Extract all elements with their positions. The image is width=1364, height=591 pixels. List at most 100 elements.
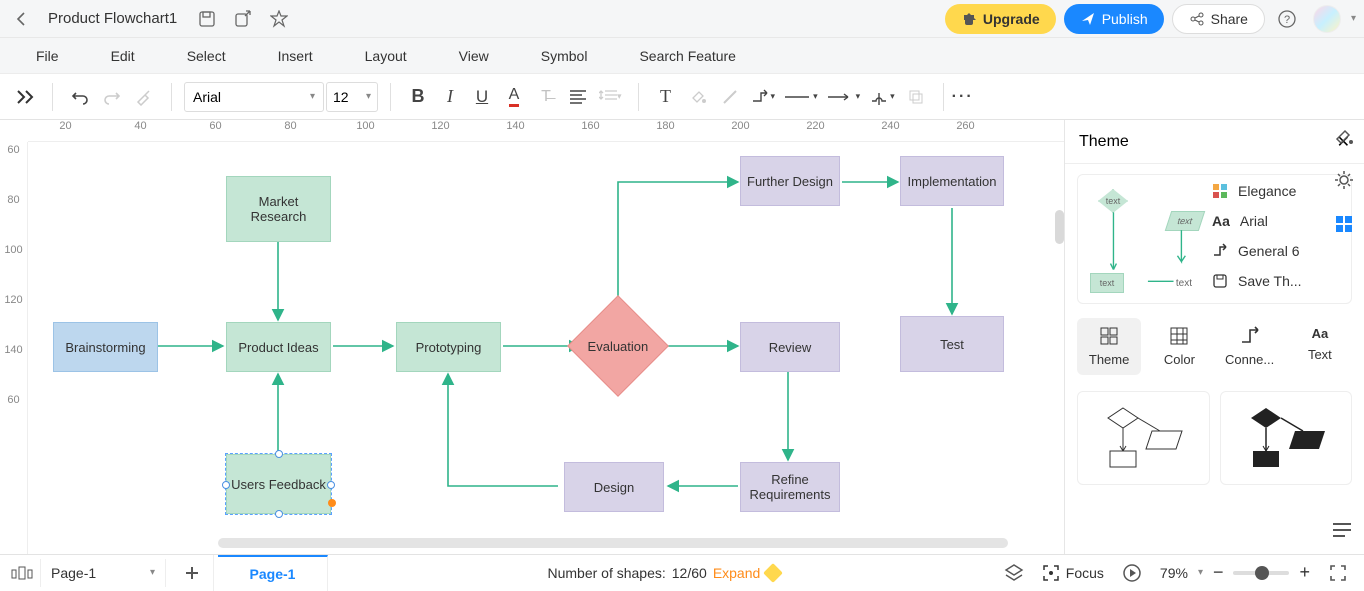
panel-tab-theme[interactable]: Theme <box>1077 318 1141 375</box>
redo-icon[interactable] <box>97 82 127 112</box>
status-bar: Page-1 ▾ Page-1 Number of shapes: 12/60 … <box>0 554 1364 590</box>
theme-connector-row[interactable]: General 6 <box>1212 243 1347 259</box>
panel-tab-connector[interactable]: Conne... <box>1218 318 1282 375</box>
menu-search-feature[interactable]: Search Feature <box>639 48 736 64</box>
vertical-scrollbar[interactable] <box>1055 210 1064 244</box>
bold-icon[interactable]: B <box>403 82 433 112</box>
rotation-handle[interactable] <box>328 499 336 507</box>
font-family-value: Arial <box>193 89 221 105</box>
save-icon[interactable] <box>193 5 221 33</box>
zoom-slider[interactable] <box>1233 571 1289 575</box>
zoom-value[interactable]: 79% <box>1160 565 1188 581</box>
page-tab-active[interactable]: Page-1 <box>218 555 328 591</box>
pages-overview-icon[interactable] <box>8 559 36 587</box>
avatar[interactable] <box>1313 5 1341 33</box>
star-icon[interactable] <box>265 5 293 33</box>
menu-edit[interactable]: Edit <box>111 48 135 64</box>
upgrade-label: Upgrade <box>983 11 1040 27</box>
theme-preview: text text text text <box>1078 175 1208 303</box>
ruler-horizontal: 20406080100120140160180200220240260 <box>28 120 1064 142</box>
menu-insert[interactable]: Insert <box>278 48 313 64</box>
add-page-button[interactable] <box>170 555 214 591</box>
canvas-area[interactable]: 20406080100120140160180200220240260 6080… <box>0 120 1064 554</box>
strikethrough-icon[interactable]: T̶ <box>531 82 561 112</box>
chevron-down-icon: ▾ <box>150 567 155 578</box>
format-painter-icon[interactable] <box>129 82 159 112</box>
zoom-in-icon[interactable]: + <box>1299 562 1310 583</box>
node-design[interactable]: Design <box>564 462 664 512</box>
align-icon[interactable] <box>563 82 593 112</box>
avatar-caret-icon[interactable]: ▾ <box>1351 13 1356 24</box>
document-title[interactable]: Product Flowchart1 <box>48 10 177 27</box>
menu-view[interactable]: View <box>459 48 489 64</box>
selection-handle[interactable] <box>275 450 283 458</box>
expand-link[interactable]: Expand <box>713 565 760 581</box>
node-market-research[interactable]: Market Research <box>226 176 331 242</box>
line-jump-icon[interactable]: ▾ <box>866 82 899 112</box>
font-family-select[interactable]: Arial ▾ <box>184 82 324 112</box>
theme-save-row[interactable]: Save Th... <box>1212 273 1347 289</box>
horizontal-scrollbar[interactable] <box>218 538 1008 548</box>
menu-file[interactable]: File <box>36 48 59 64</box>
share-button[interactable]: Share <box>1172 4 1265 34</box>
line-color-icon[interactable] <box>715 82 745 112</box>
connector-style-icon[interactable]: ▾ <box>747 82 780 112</box>
node-further-design[interactable]: Further Design <box>740 156 840 206</box>
expand-toolbar-icon[interactable] <box>6 74 48 119</box>
export-icon[interactable] <box>229 5 257 33</box>
back-icon[interactable] <box>8 5 36 33</box>
node-test[interactable]: Test <box>900 316 1004 372</box>
panel-tab-text[interactable]: Aa Text <box>1288 318 1352 375</box>
selection-handle[interactable] <box>275 510 283 518</box>
node-review[interactable]: Review <box>740 322 840 372</box>
menu-layout[interactable]: Layout <box>365 48 407 64</box>
menu-bar: File Edit Select Insert Layout View Symb… <box>0 38 1364 74</box>
selection-handle[interactable] <box>222 481 230 489</box>
play-icon[interactable] <box>1118 559 1146 587</box>
node-implementation[interactable]: Implementation <box>900 156 1004 206</box>
svg-text:?: ? <box>1284 14 1290 26</box>
node-product-ideas[interactable]: Product Ideas <box>226 322 331 372</box>
more-icon[interactable]: ··· <box>948 82 978 112</box>
font-size-select[interactable]: 12 ▾ <box>326 82 378 112</box>
publish-button[interactable]: Publish <box>1064 4 1164 34</box>
font-color-icon[interactable]: A <box>499 82 529 112</box>
zoom-out-icon[interactable]: − <box>1213 562 1224 583</box>
apps-icon[interactable] <box>1330 210 1358 238</box>
node-users-feedback[interactable]: Users Feedback <box>226 454 331 514</box>
fill-color-icon[interactable] <box>683 82 713 112</box>
premium-badge-icon <box>763 563 783 583</box>
right-rail <box>1324 122 1364 238</box>
node-prototyping[interactable]: Prototyping <box>396 322 501 372</box>
toolbar: Arial ▾ 12 ▾ B I U A T̶ ▾ T ▾ ▾ ▾ ▾ ··· <box>0 74 1364 120</box>
text-tool-icon[interactable]: T <box>651 82 681 112</box>
chevron-down-icon[interactable]: ▾ <box>1198 567 1203 578</box>
theme-option-2[interactable] <box>1220 391 1353 485</box>
right-panel: Theme ✕ text text text text Elegance <box>1064 120 1364 554</box>
paint-icon[interactable] <box>1330 122 1358 150</box>
page-select[interactable]: Page-1 ▾ <box>40 559 166 587</box>
underline-icon[interactable]: U <box>467 82 497 112</box>
line-spacing-icon[interactable]: ▾ <box>595 82 626 112</box>
help-icon[interactable]: ? <box>1273 5 1301 33</box>
font-size-value: 12 <box>333 89 349 105</box>
theme-option-1[interactable] <box>1077 391 1210 485</box>
node-brainstorming[interactable]: Brainstorming <box>53 322 158 372</box>
list-icon[interactable] <box>1328 516 1356 544</box>
settings-icon[interactable] <box>1330 166 1358 194</box>
italic-icon[interactable]: I <box>435 82 465 112</box>
panel-tab-color[interactable]: Color <box>1147 318 1211 375</box>
layers-toggle-icon[interactable] <box>1000 559 1028 587</box>
line-style-icon[interactable]: ▾ <box>781 82 822 112</box>
menu-select[interactable]: Select <box>187 48 226 64</box>
upgrade-button[interactable]: Upgrade <box>945 4 1056 34</box>
menu-symbol[interactable]: Symbol <box>541 48 588 64</box>
node-refine-requirements[interactable]: Refine Requirements <box>740 462 840 512</box>
arrow-style-icon[interactable]: ▾ <box>824 82 865 112</box>
focus-button[interactable]: Focus <box>1042 564 1104 582</box>
panel-title: Theme <box>1079 133 1129 151</box>
selection-handle[interactable] <box>327 481 335 489</box>
undo-icon[interactable] <box>65 82 95 112</box>
layers-icon[interactable] <box>901 82 931 112</box>
fullscreen-icon[interactable] <box>1324 559 1352 587</box>
